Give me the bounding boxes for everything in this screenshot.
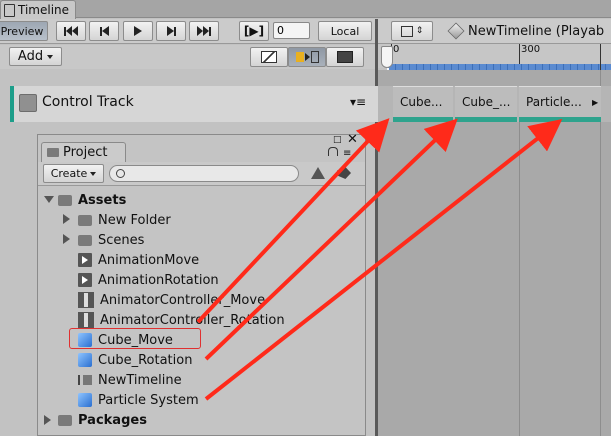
annotation-arrows (196, 118, 563, 401)
arrow-cube-move (196, 118, 390, 324)
arrow-cube-rotation (204, 118, 458, 361)
arrow-particle-system (204, 119, 563, 401)
